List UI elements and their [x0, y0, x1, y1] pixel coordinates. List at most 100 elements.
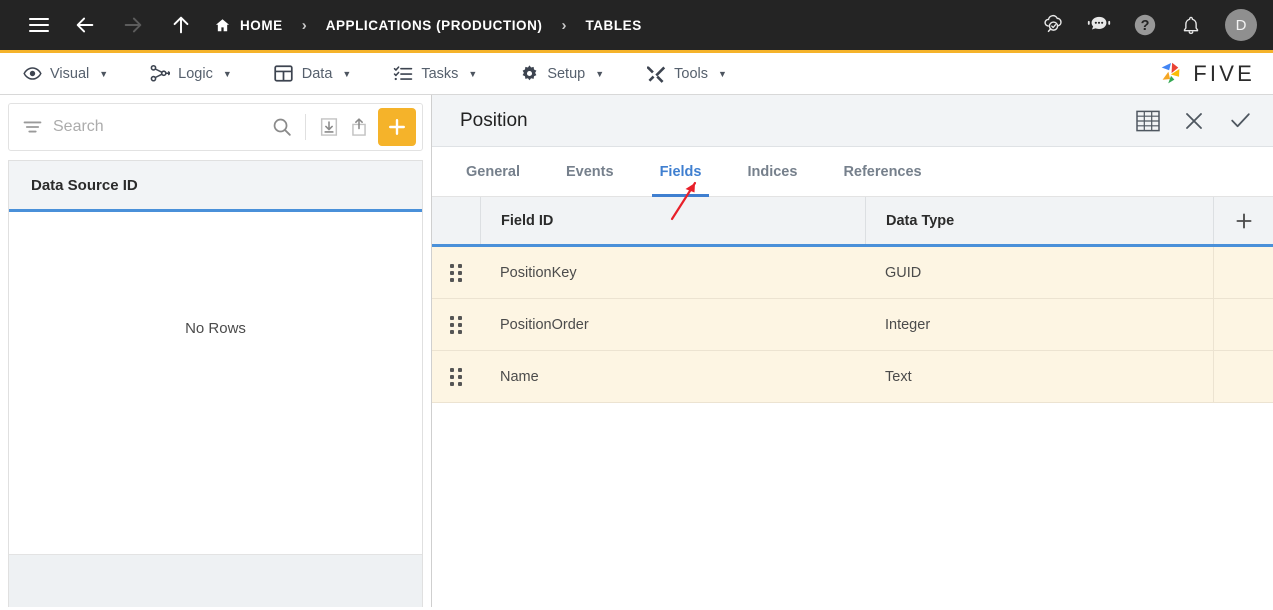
top-bar-actions: ? D [1039, 9, 1257, 41]
tab-fields[interactable]: Fields [654, 147, 708, 196]
table-row[interactable]: Name Text [432, 351, 1273, 403]
breadcrumb-item-home[interactable]: HOME [214, 17, 283, 34]
gear-icon [519, 64, 539, 84]
grid-header-handle-column [432, 197, 480, 244]
drag-handle-icon [450, 368, 462, 386]
tab-indices[interactable]: Indices [741, 147, 803, 196]
add-field-button[interactable] [1213, 197, 1273, 244]
cloud-search-button[interactable] [1039, 11, 1067, 39]
chevron-down-icon: ▼ [468, 69, 477, 79]
panel-header: Position [432, 95, 1273, 147]
breadcrumb-applications-label: APPLICATIONS (PRODUCTION) [326, 18, 543, 33]
breadcrumb-home-label: HOME [240, 18, 283, 33]
cell-row-actions[interactable] [1213, 299, 1273, 350]
import-button[interactable] [314, 112, 344, 142]
table-row[interactable]: PositionOrder Integer [432, 299, 1273, 351]
search-input[interactable] [45, 118, 267, 136]
menu-item-tasks-label: Tasks [421, 66, 458, 82]
breadcrumb-item-applications[interactable]: APPLICATIONS (PRODUCTION) [326, 18, 543, 33]
top-navigation-bar: HOME › APPLICATIONS (PRODUCTION) › TABLE… [0, 0, 1273, 50]
menu-item-logic-label: Logic [178, 66, 213, 82]
grid-view-button[interactable] [1133, 106, 1163, 136]
chatbot-icon [1086, 14, 1112, 36]
chatbot-button[interactable] [1085, 11, 1113, 39]
grid-header-data-type-label: Data Type [886, 213, 954, 229]
data-source-list-card: Data Source ID No Rows [8, 160, 423, 607]
back-button[interactable] [68, 8, 102, 42]
list-footer [9, 554, 422, 607]
cell-data-type-value: Integer [885, 317, 930, 333]
search-button[interactable] [267, 112, 297, 142]
checklist-icon [393, 64, 413, 84]
five-pinwheel-logo [1156, 60, 1186, 88]
tab-general-label: General [466, 164, 520, 180]
row-drag-handle[interactable] [432, 247, 480, 298]
grid-header-data-type[interactable]: Data Type [865, 197, 1213, 244]
breadcrumb-item-tables[interactable]: TABLES [585, 18, 641, 33]
add-record-button[interactable] [378, 108, 416, 146]
confirm-button[interactable] [1225, 106, 1255, 136]
empty-state-message: No Rows [185, 320, 246, 337]
hamburger-menu-button[interactable] [22, 8, 56, 42]
row-drag-handle[interactable] [432, 351, 480, 402]
tab-general[interactable]: General [460, 147, 526, 196]
help-icon: ? [1133, 13, 1157, 37]
plus-icon [1233, 210, 1255, 232]
forward-button[interactable] [116, 8, 150, 42]
list-body: No Rows [9, 212, 422, 554]
application-menu-bar: Visual ▼ Logic ▼ Data ▼ [0, 50, 1273, 95]
menu-item-logic[interactable]: Logic ▼ [148, 64, 244, 84]
tab-references[interactable]: References [837, 147, 927, 196]
cell-field-id[interactable]: PositionKey [480, 247, 865, 298]
cell-field-id[interactable]: PositionOrder [480, 299, 865, 350]
chevron-down-icon: ▼ [718, 69, 727, 79]
eye-icon [22, 64, 42, 84]
help-button[interactable]: ? [1131, 11, 1159, 39]
brand-logo: FIVE [1156, 60, 1259, 88]
column-header-data-source-id[interactable]: Data Source ID [31, 177, 138, 194]
notifications-button[interactable] [1177, 11, 1205, 39]
cell-data-type[interactable]: Text [865, 351, 1213, 402]
export-button[interactable] [344, 112, 374, 142]
check-icon [1228, 108, 1253, 133]
grid-empty-area [432, 403, 1273, 607]
cell-field-id-value: PositionKey [500, 265, 577, 281]
chevron-down-icon: ▼ [342, 69, 351, 79]
close-button[interactable] [1179, 106, 1209, 136]
menu-item-data-label: Data [302, 66, 333, 82]
page-title: Position [460, 110, 528, 132]
panel-header-actions [1133, 106, 1255, 136]
fields-grid-body: PositionKey GUID PositionOrder Integer [432, 247, 1273, 607]
table-row[interactable]: PositionKey GUID [432, 247, 1273, 299]
cell-row-actions[interactable] [1213, 351, 1273, 402]
export-icon [348, 116, 370, 138]
menu-item-visual[interactable]: Visual ▼ [20, 64, 120, 84]
row-drag-handle[interactable] [432, 299, 480, 350]
cell-data-type[interactable]: GUID [865, 247, 1213, 298]
grid-header-field-id[interactable]: Field ID [480, 197, 865, 244]
user-avatar[interactable]: D [1225, 9, 1257, 41]
menu-item-tools-label: Tools [674, 66, 708, 82]
cell-field-id[interactable]: Name [480, 351, 865, 402]
menu-item-tasks[interactable]: Tasks ▼ [391, 64, 489, 84]
bell-icon [1180, 14, 1202, 37]
menu-item-tools[interactable]: Tools ▼ [644, 64, 739, 84]
avatar-initial: D [1236, 17, 1247, 34]
menu-item-data[interactable]: Data ▼ [272, 64, 364, 84]
breadcrumb-separator-1: › [302, 17, 307, 34]
cell-data-type[interactable]: Integer [865, 299, 1213, 350]
menu-item-setup[interactable]: Setup ▼ [517, 64, 616, 84]
arrow-up-icon [170, 14, 192, 36]
cell-row-actions[interactable] [1213, 247, 1273, 298]
menu-item-visual-label: Visual [50, 66, 89, 82]
cell-data-type-value: Text [885, 369, 912, 385]
logic-nodes-icon [150, 64, 170, 84]
right-pane: Position [432, 95, 1273, 607]
tab-events[interactable]: Events [560, 147, 620, 196]
fields-grid-header: Field ID Data Type [432, 197, 1273, 247]
tab-events-label: Events [566, 164, 614, 180]
tab-fields-label: Fields [660, 164, 702, 180]
plus-icon [386, 116, 408, 138]
up-button[interactable] [164, 8, 198, 42]
filter-icon[interactable] [23, 119, 45, 135]
